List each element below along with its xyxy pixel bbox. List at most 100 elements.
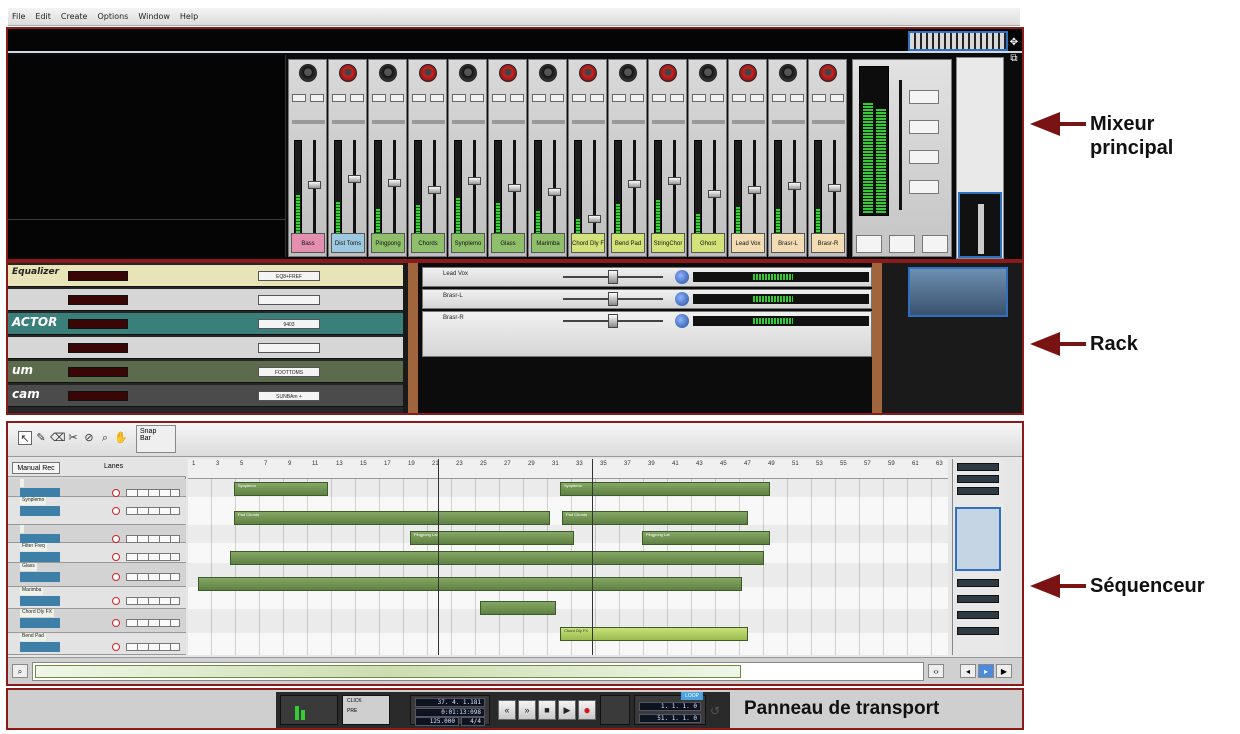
sequencer-clip[interactable]: Pad Chords <box>234 511 550 525</box>
pan-knob[interactable] <box>675 314 689 328</box>
loop-button[interactable]: LOOP <box>681 692 703 700</box>
record-enable-button[interactable] <box>112 507 120 515</box>
track-row[interactable]: Filter Freq <box>8 543 186 563</box>
track-row[interactable] <box>8 525 186 544</box>
channel-knob[interactable] <box>379 64 397 82</box>
channel-fader[interactable] <box>548 187 561 196</box>
select-tool-icon[interactable]: ↖ <box>18 431 32 445</box>
mute-solo-buttons[interactable] <box>732 94 764 102</box>
sequencer-clip[interactable] <box>230 551 764 565</box>
song-overview[interactable] <box>32 662 924 681</box>
channel-knob[interactable] <box>619 64 637 82</box>
signature-display[interactable]: 4/4 <box>461 717 485 726</box>
mute-solo-buttons[interactable] <box>452 94 484 102</box>
track-buttons[interactable] <box>126 619 180 627</box>
mute-tool-icon[interactable]: ⊘ <box>82 431 96 445</box>
master-button[interactable] <box>909 150 939 164</box>
master-small-button[interactable] <box>888 235 915 253</box>
track-row[interactable]: Synplemo <box>8 497 186 525</box>
follow-song-icon[interactable]: ▸ <box>978 664 994 678</box>
pan-knob[interactable] <box>675 270 689 284</box>
track-row[interactable]: Bend Pad <box>8 633 186 655</box>
record-enable-button[interactable] <box>112 489 120 497</box>
track-buttons[interactable] <box>126 489 180 497</box>
arrow-left-icon[interactable]: ◂ <box>960 664 976 678</box>
tempo-display[interactable]: 125.000 <box>415 717 459 726</box>
zoom-icon[interactable]: ⌕ <box>12 664 28 678</box>
sequencer-clip[interactable]: Pingpong Lat <box>642 531 770 545</box>
rack-device[interactable] <box>8 337 403 359</box>
channel-label[interactable]: Glass <box>491 233 525 253</box>
master-button[interactable] <box>909 180 939 194</box>
track-buttons[interactable] <box>126 507 180 515</box>
channel-label[interactable]: Pingpong <box>371 233 405 253</box>
eraser-tool-icon[interactable]: ⌫ <box>50 431 66 445</box>
track-row[interactable]: Chord Dly FX <box>8 609 186 633</box>
channel-label[interactable]: Chords <box>411 233 445 253</box>
sequencer-ruler[interactable]: 1 3 5 7 9 11 13 15 17 19 21 23 25 27 29 31 33 35 37 39 41 43 4… <box>188 459 967 479</box>
sequencer-rack-navigator[interactable] <box>955 507 1001 571</box>
mute-solo-buttons[interactable] <box>412 94 444 102</box>
track-fader[interactable] <box>608 314 618 328</box>
channel-fader[interactable] <box>668 176 681 185</box>
record-enable-button[interactable] <box>112 573 120 581</box>
reset-icon[interactable]: ↺ <box>710 702 724 720</box>
mute-solo-buttons[interactable] <box>292 94 324 102</box>
master-small-button[interactable] <box>855 235 882 253</box>
master-fader[interactable] <box>899 80 902 210</box>
rack-navigator-thumb[interactable] <box>908 267 1008 317</box>
mute-solo-buttons[interactable] <box>612 94 644 102</box>
channel-label[interactable]: Dist Toms <box>331 233 365 253</box>
track-buttons[interactable] <box>126 597 180 605</box>
track-buttons[interactable] <box>126 573 180 581</box>
record-enable-button[interactable] <box>112 535 120 543</box>
channel-label[interactable]: Synplemo <box>451 233 485 253</box>
channel-fader[interactable] <box>468 176 481 185</box>
channel-fader[interactable] <box>388 178 401 187</box>
mute-solo-buttons[interactable] <box>652 94 684 102</box>
master-button[interactable] <box>909 90 939 104</box>
menu-options[interactable]: Options <box>97 12 128 21</box>
detach-icon[interactable]: ⧉ <box>1008 53 1020 65</box>
channel-label[interactable]: StringChor <box>651 233 685 253</box>
channel-fader[interactable] <box>588 215 601 224</box>
sequencer-clip[interactable]: Pingpong Lat <box>410 531 574 545</box>
rack-device[interactable] <box>8 289 403 311</box>
channel-knob[interactable] <box>419 64 437 82</box>
channel-knob[interactable] <box>739 64 757 82</box>
channel-knob[interactable] <box>299 64 317 82</box>
move-icon[interactable]: ✥ <box>1008 37 1020 49</box>
sequencer-clip[interactable]: Pad Chords <box>562 511 748 525</box>
rack-device[interactable]: cam SUNBAm + <box>8 385 403 407</box>
mixer-side-navigator[interactable] <box>958 192 1002 258</box>
channel-label[interactable]: Lead Vox <box>731 233 765 253</box>
scroll-arrows-icon[interactable]: ‹› <box>928 664 944 678</box>
channel-fader[interactable] <box>628 180 641 189</box>
loop-toggle-block[interactable] <box>600 695 630 725</box>
hand-tool-icon[interactable]: ✋ <box>114 431 128 445</box>
left-locator-display[interactable]: 1. 1. 1. 0 <box>639 702 701 711</box>
mute-solo-buttons[interactable] <box>372 94 404 102</box>
channel-fader[interactable] <box>508 184 521 193</box>
channel-fader[interactable] <box>428 186 441 194</box>
pan-knob[interactable] <box>675 292 689 306</box>
channel-fader[interactable] <box>828 184 841 193</box>
record-enable-button[interactable] <box>112 643 120 651</box>
track-fader[interactable] <box>608 292 618 306</box>
sequencer-arrange-view[interactable]: Synplemo Synplemo Pad Chords Pad Chords Ping… <box>188 479 948 655</box>
record-enable-button[interactable] <box>112 597 120 605</box>
channel-fader[interactable] <box>308 181 321 190</box>
channel-knob[interactable] <box>499 64 517 82</box>
channel-knob[interactable] <box>339 64 357 82</box>
channel-label[interactable]: Bend Pad <box>611 233 645 253</box>
right-locator-display[interactable]: 51. 1. 1. 0 <box>639 714 701 723</box>
rack-device[interactable]: Equalizer EQ8+FREF <box>8 265 403 287</box>
time-display[interactable]: 0:01:13:098 <box>415 708 485 717</box>
channel-fader[interactable] <box>348 174 361 183</box>
mute-solo-buttons[interactable] <box>492 94 524 102</box>
channel-label[interactable]: Chord Dly FX <box>571 233 605 253</box>
channel-fader[interactable] <box>788 182 801 191</box>
channel-label[interactable]: Brasr-R <box>811 233 845 253</box>
sequencer-clip[interactable]: Synplemo <box>234 482 328 496</box>
record-enable-button[interactable] <box>112 553 120 561</box>
